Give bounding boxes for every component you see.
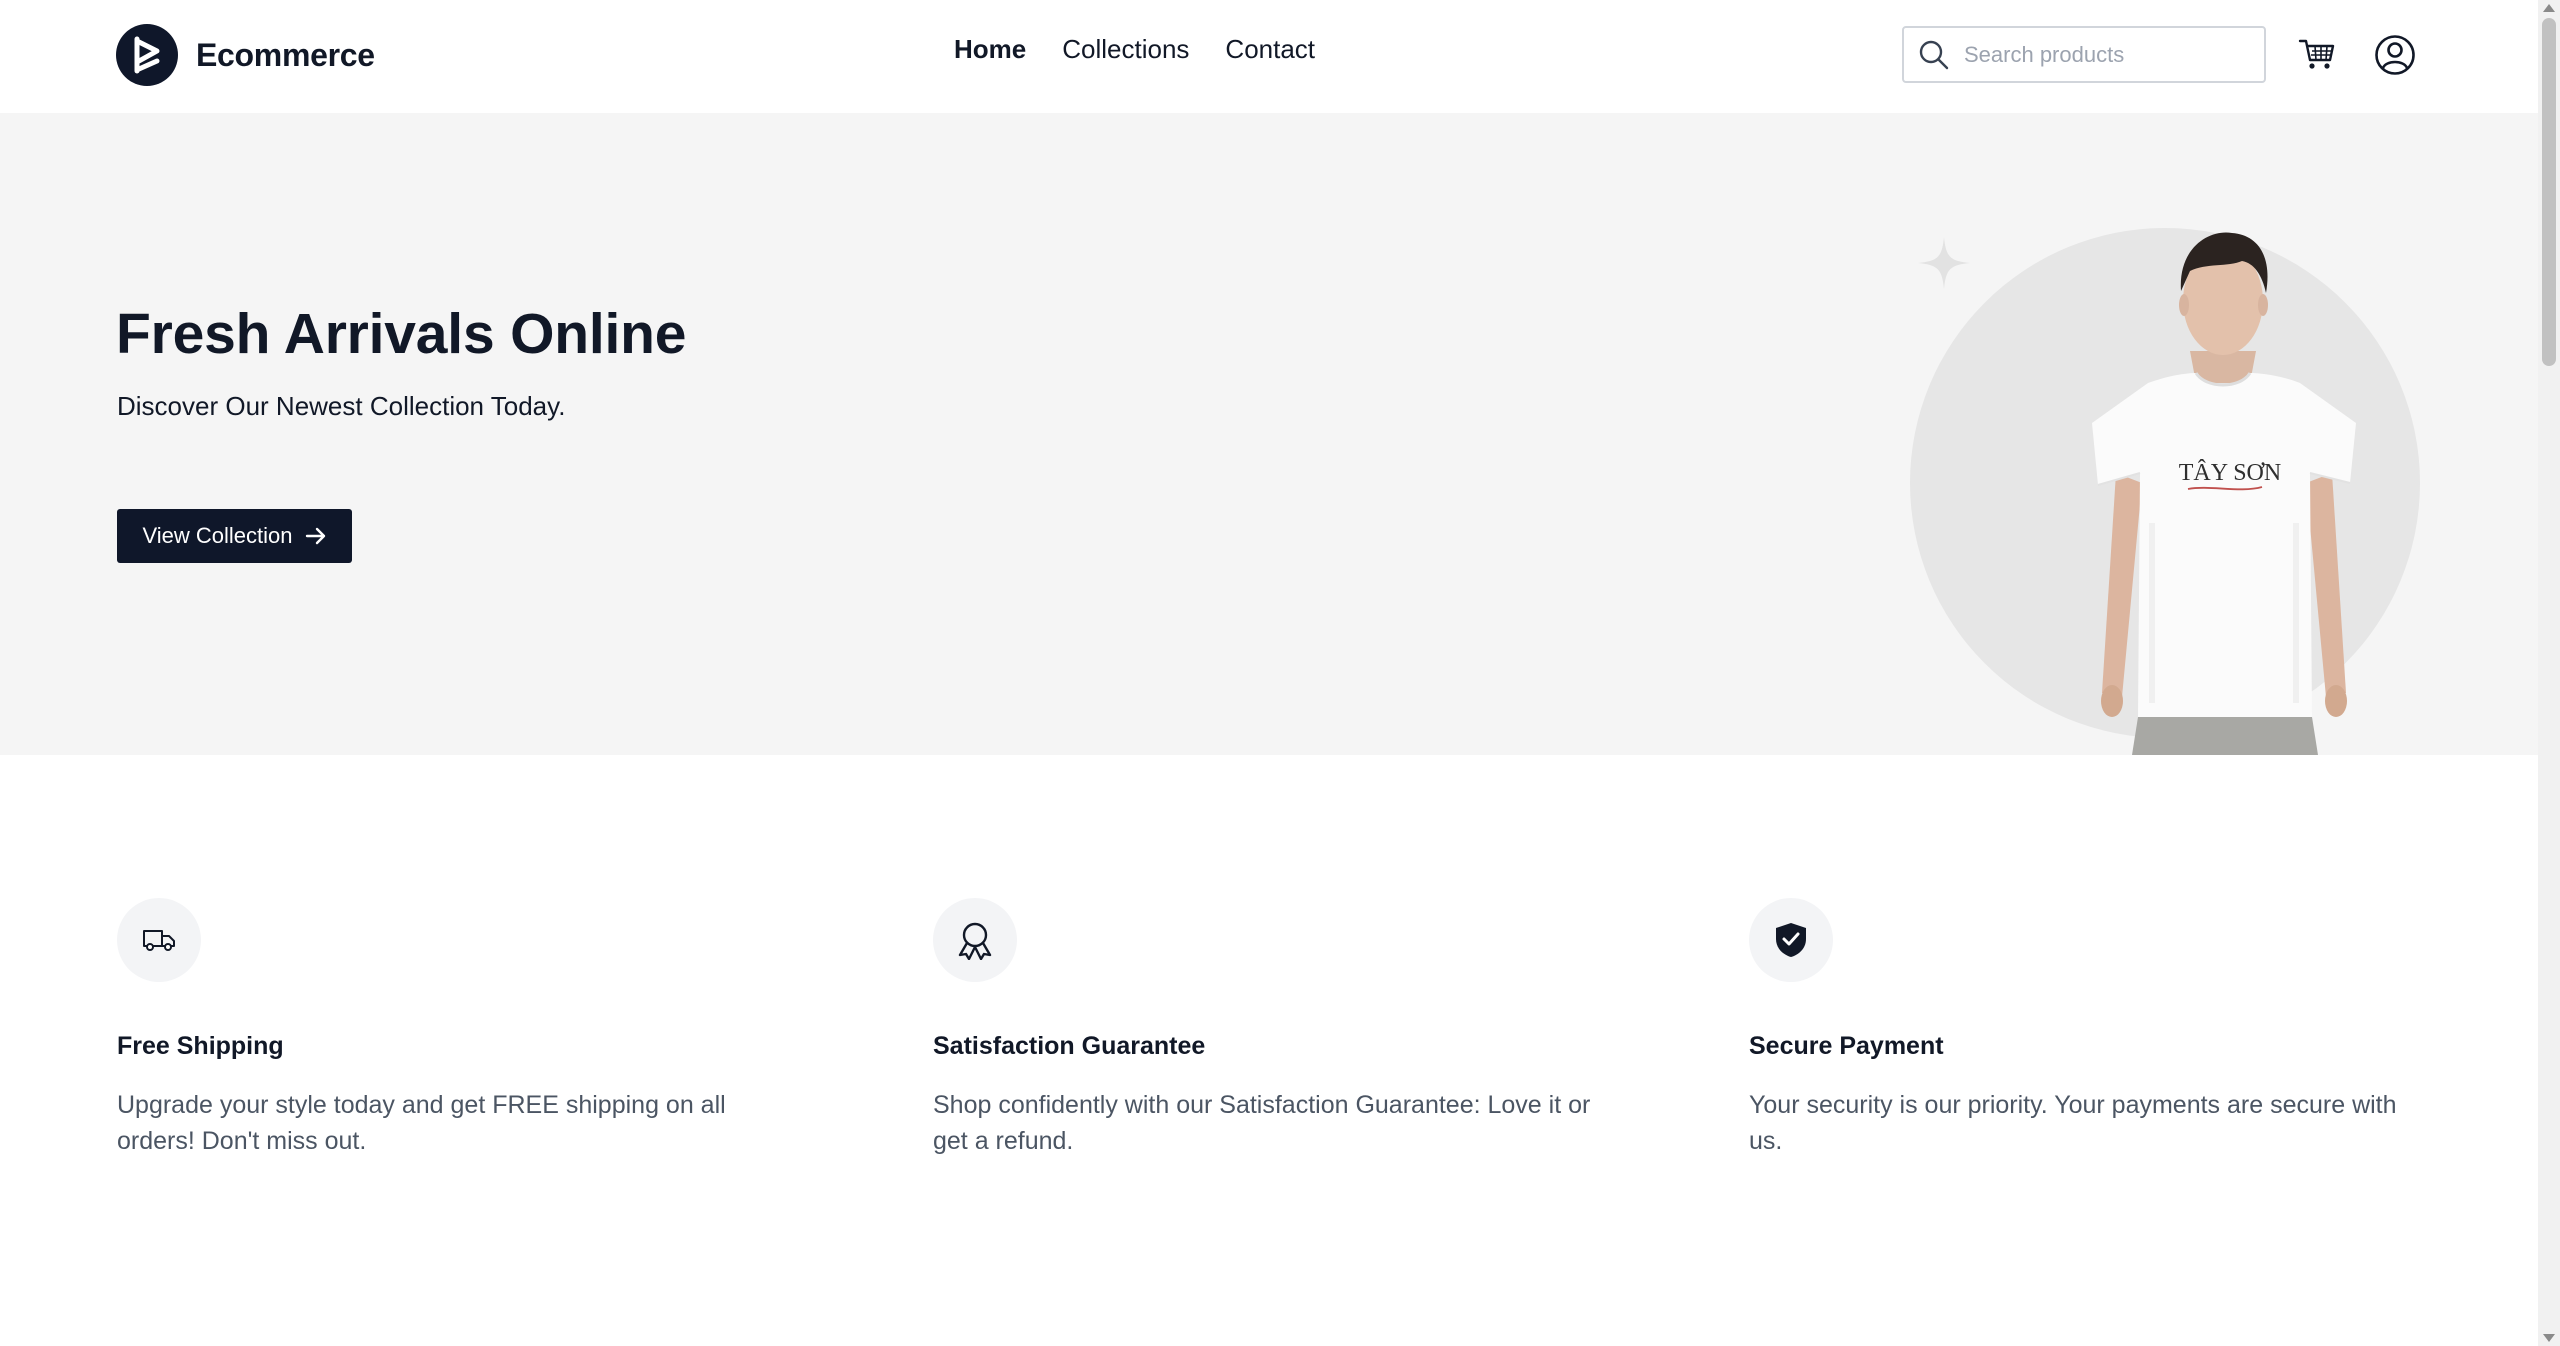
- truck-icon: [117, 898, 201, 982]
- feature-card: Satisfaction Guarantee Shop confidently …: [933, 898, 1633, 1159]
- brand-name: Ecommerce: [196, 36, 375, 73]
- user-circle-icon: [2375, 35, 2415, 75]
- brand-logo-icon: [116, 24, 178, 86]
- feature-card: Free Shipping Upgrade your style today a…: [117, 898, 817, 1159]
- feature-description: Your security is our priority. Your paym…: [1749, 1091, 2397, 1155]
- site-header: Ecommerce Home Collections Contact: [0, 0, 2538, 113]
- feature-title: Free Shipping: [117, 1032, 284, 1060]
- page-scrollbar[interactable]: [2538, 0, 2560, 1346]
- feature-description: Upgrade your style today and get FREE sh…: [117, 1091, 726, 1155]
- view-collection-button[interactable]: View Collection: [117, 509, 352, 563]
- award-ribbon-icon: [933, 898, 1017, 982]
- nav-collections[interactable]: Collections: [1062, 34, 1189, 65]
- arrow-right-icon: [305, 527, 325, 545]
- cart-button[interactable]: [2298, 38, 2336, 72]
- hero-banner: Fresh Arrivals Online Discover Our Newes…: [0, 113, 2538, 755]
- hero-title: Fresh Arrivals Online: [116, 302, 687, 366]
- sparkle-icon: [1918, 237, 1970, 289]
- nav-contact[interactable]: Contact: [1225, 34, 1315, 65]
- hero-subtitle: Discover Our Newest Collection Today.: [117, 391, 566, 421]
- search-icon: [1919, 40, 1949, 69]
- scrollbar-thumb[interactable]: [2542, 18, 2556, 366]
- main-nav: Home Collections Contact: [954, 34, 1315, 65]
- search-box[interactable]: [1902, 26, 2266, 83]
- nav-home[interactable]: Home: [954, 34, 1026, 65]
- shield-check-icon: [1749, 898, 1833, 982]
- brand-logo[interactable]: Ecommerce: [116, 24, 375, 86]
- cart-icon: [2298, 39, 2335, 69]
- feature-title: Secure Payment: [1749, 1032, 1944, 1060]
- feature-title: Satisfaction Guarantee: [933, 1032, 1206, 1060]
- feature-card: Secure Payment Your security is our prio…: [1749, 898, 2449, 1159]
- account-button[interactable]: [2374, 34, 2416, 76]
- shirt-print-text: TÂY SƠN: [2179, 460, 2281, 486]
- scroll-up-arrow-icon[interactable]: [2543, 4, 2555, 12]
- view-collection-label: View Collection: [142, 523, 293, 548]
- hero-model-image: TÂY SƠN: [2092, 232, 2356, 755]
- feature-description: Shop confidently with our Satisfaction G…: [933, 1091, 1591, 1155]
- scroll-down-arrow-icon[interactable]: [2543, 1334, 2555, 1342]
- search-input[interactable]: [1964, 41, 2254, 68]
